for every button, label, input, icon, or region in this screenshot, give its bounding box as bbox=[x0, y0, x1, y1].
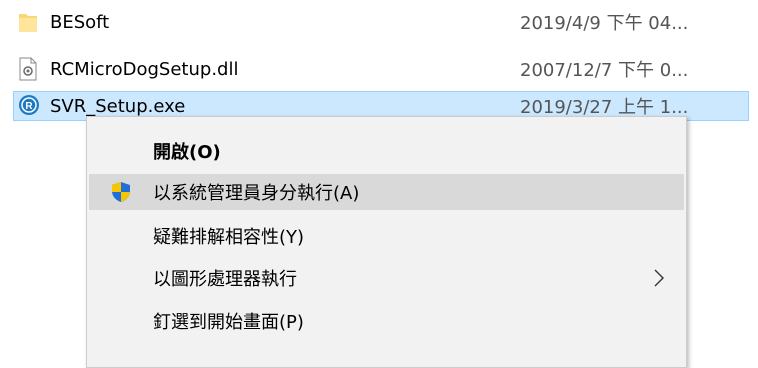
file-name: SVR_Setup.exe bbox=[50, 95, 186, 117]
uac-shield-icon bbox=[110, 181, 132, 203]
menu-item-pin-to-start[interactable]: 釘選到開始畫面(P) bbox=[89, 303, 684, 339]
menu-item-troubleshoot-compatibility[interactable]: 疑難排解相容性(Y) bbox=[89, 218, 684, 254]
dll-file-icon bbox=[18, 57, 38, 81]
menu-item-label: 以系統管理員身分執行(A) bbox=[153, 183, 360, 204]
menu-item-label: 疑難排解相容性(Y) bbox=[153, 227, 305, 248]
file-row-rcmicrodogsetup-dll[interactable]: RCMicroDogSetup.dll 2007/12/7 下午 0... bbox=[13, 54, 749, 84]
menu-item-open[interactable]: 開啟(O) bbox=[89, 133, 684, 169]
context-menu: 開啟(O) 以系統管理員身分執行(A) 疑難排解相容性(Y) 以圖形處理器執行 … bbox=[86, 116, 687, 368]
menu-item-run-with-gpu[interactable]: 以圖形處理器執行 bbox=[89, 260, 684, 296]
svg-text:R: R bbox=[25, 101, 33, 112]
app-exe-icon: R bbox=[18, 94, 39, 118]
chevron-right-icon bbox=[654, 269, 664, 287]
file-row-besoft[interactable]: BESoft 2019/4/9 下午 04... bbox=[13, 7, 749, 37]
file-date: 2007/12/7 下午 0... bbox=[520, 60, 689, 81]
menu-item-label: 開啟(O) bbox=[153, 142, 221, 163]
menu-item-run-as-administrator[interactable]: 以系統管理員身分執行(A) bbox=[89, 174, 684, 210]
file-name: RCMicroDogSetup.dll bbox=[50, 58, 239, 80]
menu-item-label: 以圖形處理器執行 bbox=[153, 269, 297, 290]
folder-icon bbox=[18, 10, 38, 34]
file-name: BESoft bbox=[50, 11, 110, 33]
file-date: 2019/4/9 下午 04... bbox=[520, 13, 689, 34]
menu-item-label: 釘選到開始畫面(P) bbox=[153, 312, 304, 333]
